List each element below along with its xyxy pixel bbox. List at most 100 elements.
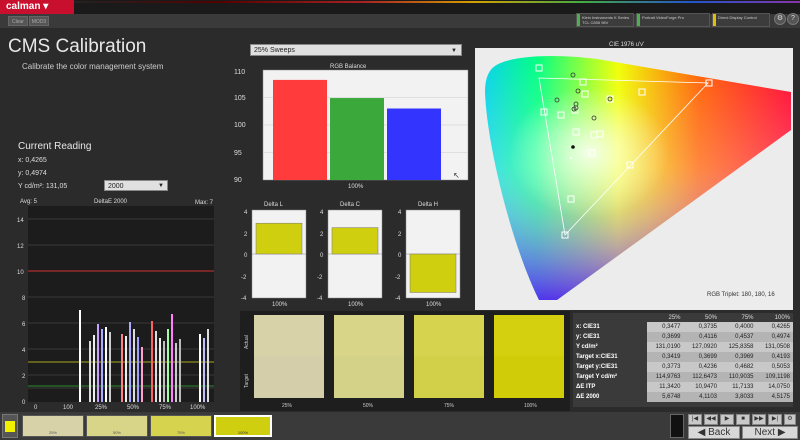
table-cell: 0,3699 xyxy=(647,332,684,342)
chevron-down-icon: ▼ xyxy=(158,183,164,189)
tick-label: 50% xyxy=(127,405,140,411)
tick-label: 0 xyxy=(22,400,26,406)
sweep-select[interactable]: 25% Sweeps ▼ xyxy=(250,44,462,56)
chart-title: DeltaE 2000 xyxy=(94,199,128,205)
device-detail: TCL C855 98V xyxy=(582,20,609,25)
calman-logo[interactable]: calman ▾ xyxy=(0,0,74,14)
rgb-triplet: RGB Triplet: 180, 180, 16 xyxy=(707,292,775,298)
sweep-thumbnail[interactable]: 50% xyxy=(86,415,148,437)
help-icon[interactable]: ? xyxy=(787,13,799,25)
reading-y: y: 0,4974 xyxy=(18,170,47,177)
rewind-icon[interactable]: ◀◀ xyxy=(704,414,718,425)
stop-icon[interactable]: ■ xyxy=(736,414,750,425)
next-button[interactable]: Next ▶ xyxy=(742,426,798,439)
first-icon[interactable]: |◀ xyxy=(688,414,702,425)
sweep-thumbnail-selected[interactable]: 100% xyxy=(214,415,272,437)
last-icon[interactable]: ▶| xyxy=(768,414,782,425)
thumbnail-label: 75% xyxy=(176,430,185,435)
brand-text: calman xyxy=(6,1,41,12)
tick-label: 100 xyxy=(63,405,74,411)
tick-label: -4 xyxy=(395,296,401,302)
sweep-thumbnail[interactable]: 75% xyxy=(150,415,212,437)
table-cell: 11,7133 xyxy=(720,382,757,392)
thumbnail-label: 50% xyxy=(112,430,121,435)
target-label: Target xyxy=(244,373,250,388)
table-cell: 0,4236 xyxy=(683,362,720,372)
tick-label: 2 xyxy=(22,374,26,380)
tab-mod3[interactable]: MOD3 xyxy=(29,16,49,26)
tick-label: 2 xyxy=(398,232,402,238)
tick-label: -2 xyxy=(317,275,323,281)
record-button[interactable] xyxy=(670,414,684,438)
table-cell: 11,3420 xyxy=(647,382,684,392)
target-swatch xyxy=(494,356,564,398)
tick-label: 0 xyxy=(398,253,402,259)
current-color-indicator xyxy=(2,414,18,438)
swatch-label: 25% xyxy=(282,403,293,409)
row-label: ΔE 2000 xyxy=(573,392,647,402)
display-device[interactable]: Direct Display Control xyxy=(712,13,770,27)
meter-device[interactable]: Klein Instruments K Series TCL C855 98V xyxy=(576,13,634,27)
next-label: Next xyxy=(754,427,776,438)
column-header xyxy=(573,313,647,322)
delta-bar-fill xyxy=(331,227,379,255)
white-point xyxy=(571,145,575,149)
pattern-generator-device[interactable]: Portrait VideoForge Pro xyxy=(636,13,710,27)
table-cell: 0,4974 xyxy=(756,332,793,342)
next-arrow-icon: ▶ xyxy=(775,427,786,438)
delta-bar-fill xyxy=(409,253,457,293)
delta-c-chart: Delta C 4 2 0 -2 -4 100% xyxy=(317,202,383,308)
chart-title: Delta C xyxy=(340,202,361,208)
select-value: 25% Sweeps xyxy=(254,47,295,54)
table-cell: 112,6473 xyxy=(683,372,720,382)
rgb-bar-r xyxy=(273,79,327,180)
actual-label: Actual xyxy=(244,335,250,349)
tick-label: 100% xyxy=(190,405,206,411)
delta-e-formula-select[interactable]: 2000 ▼ xyxy=(104,180,168,191)
settings-small-icon[interactable]: ⚙ xyxy=(784,414,796,425)
x-tick-labels: 0 100 25% 50% 75% 100% xyxy=(34,405,206,411)
avg-label: Avg: 5 xyxy=(20,199,38,205)
forward-icon[interactable]: ▶▶ xyxy=(752,414,766,425)
back-arrow-icon: ◀ xyxy=(697,427,709,438)
device-name: Direct Display Control xyxy=(718,15,757,20)
table-cell: 131,0508 xyxy=(756,342,793,352)
target-swatch xyxy=(334,356,404,398)
column-header: 25% xyxy=(668,314,681,321)
swatch-panel: Actual Target 25% 50% 75% 100% xyxy=(240,311,570,411)
table-cell: 5,6748 xyxy=(647,392,684,402)
settings-icon[interactable]: ⚙ xyxy=(774,13,786,25)
reading-luminance: Y cd/m²: 131,05 xyxy=(18,183,68,190)
tick-label: 12 xyxy=(17,244,24,250)
row-label: x: CIE31 xyxy=(573,322,647,332)
chart-title: RGB Balance xyxy=(330,64,367,70)
delta-bar-fill xyxy=(255,222,303,255)
chart-title: CIE 1976 u'v' xyxy=(609,42,644,48)
table-cell: 0,3773 xyxy=(647,362,684,372)
table-cell: 114,9763 xyxy=(647,372,684,382)
table-row: ΔE ITP 11,3420 10,9470 11,7133 14,0750 xyxy=(573,382,793,392)
tick-label: 100 xyxy=(234,122,246,129)
status-indicator xyxy=(713,14,716,26)
sweep-thumbnail[interactable]: 25% xyxy=(22,415,84,437)
delta-bar xyxy=(331,227,379,255)
tick-label: 4 xyxy=(22,348,26,354)
back-button[interactable]: ◀ Back xyxy=(688,426,740,439)
delta-l-chart: Delta L 4 2 0 -2 -4 100% xyxy=(241,202,307,308)
status-indicator xyxy=(637,14,640,26)
tick-label: 90 xyxy=(234,177,242,184)
tick-label: 2 xyxy=(320,232,324,238)
tick-label: 14 xyxy=(17,218,24,224)
table-cell: 109,1198 xyxy=(756,372,793,382)
x-axis-label: 100% xyxy=(426,302,442,308)
table-cell: 4,5175 xyxy=(756,392,793,402)
tab-clear[interactable]: Clear xyxy=(8,16,28,26)
dropdown-arrow-icon: ▾ xyxy=(43,1,49,12)
play-icon[interactable]: ▶ xyxy=(720,414,734,425)
delta-bar xyxy=(409,253,457,293)
table-row: ΔE 2000 5,6748 4,1103 3,8033 4,5175 xyxy=(573,392,793,402)
row-label: Y cd/m² xyxy=(573,342,647,352)
current-color-swatch xyxy=(5,421,15,432)
table-cell: 0,3969 xyxy=(720,352,757,362)
tick-label: 95 xyxy=(234,150,242,157)
